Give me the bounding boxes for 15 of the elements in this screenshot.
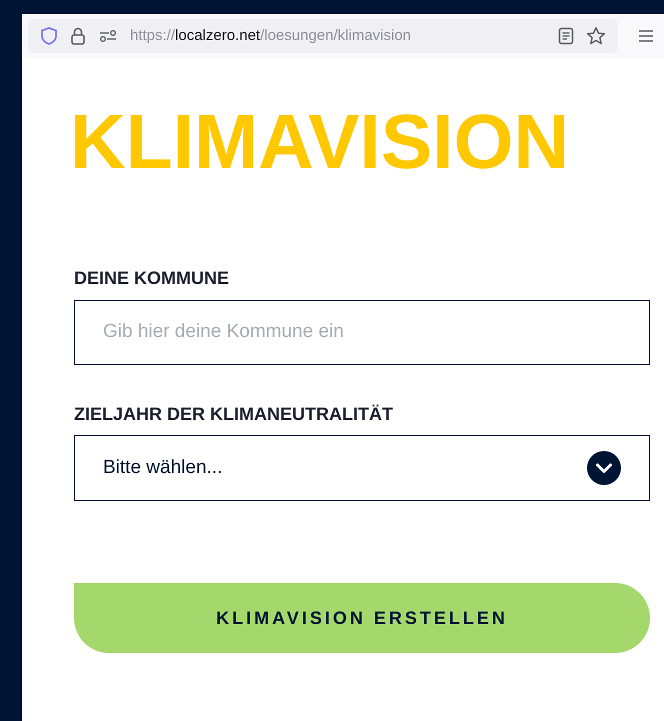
municipality-input[interactable]: Gib hier deine Kommune ein <box>74 300 650 364</box>
create-button[interactable]: KLIMAVISION ERSTELLEN <box>74 583 650 653</box>
target-year-select[interactable]: Bitte wählen... <box>74 435 650 501</box>
chevron-down-icon <box>587 451 621 485</box>
bookmark-star-icon[interactable] <box>586 26 606 46</box>
shield-icon[interactable] <box>40 26 58 46</box>
page-title: KLIMAVISION <box>70 104 570 181</box>
reader-view-icon[interactable] <box>558 27 574 45</box>
field-label: DEINE KOMMUNE <box>74 267 230 290</box>
menu-icon[interactable] <box>638 29 654 43</box>
permissions-icon[interactable] <box>98 29 118 43</box>
address-bar[interactable]: https://localzero.net/loesungen/klimavision <box>28 19 618 53</box>
field-label: ZIELJAHR DER KLIMANEUTRALITÄT <box>74 402 393 425</box>
lock-icon[interactable] <box>70 26 86 46</box>
url-text[interactable]: https://localzero.net/loesungen/klimavision <box>130 24 546 48</box>
